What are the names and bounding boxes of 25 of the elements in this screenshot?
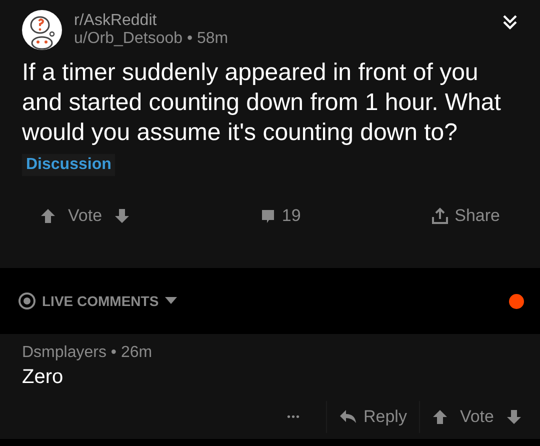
flair-tag[interactable]: Discussion [22,154,116,176]
vote-label: Vote [68,206,102,226]
caret-icon [164,297,177,305]
downvote-icon[interactable] [506,409,522,425]
post-byline: u/Orb_Detsoob • 58m [74,30,230,48]
upvote-icon[interactable] [40,208,56,224]
live-comments-button[interactable]: LIVE COMMENTS [18,292,177,310]
post-title: If a timer suddenly appeared in front of you and started counting down from 1 hour. What would you assume it's counting down to? [22,58,502,148]
comment-text: Zero [22,366,64,389]
share-button[interactable]: Share [430,206,500,226]
upvote-icon[interactable] [432,409,448,425]
subreddit-name[interactable]: r/AskReddit [74,12,488,30]
reply-icon [339,409,358,425]
vote-label: Vote [460,407,494,427]
share-icon [430,207,449,225]
subreddit-avatar-icon [22,10,62,50]
live-indicator-icon [509,294,524,308]
reply-button[interactable]: Reply [339,407,407,427]
collapse-icon[interactable] [500,12,520,32]
comment-byline: Dsmplayers • 26m [22,344,154,362]
comments-button[interactable]: 19 [260,206,301,226]
more-button[interactable]: ••• [272,412,314,422]
live-icon [18,292,36,310]
comment-icon [260,208,276,224]
downvote-icon[interactable] [114,208,130,224]
